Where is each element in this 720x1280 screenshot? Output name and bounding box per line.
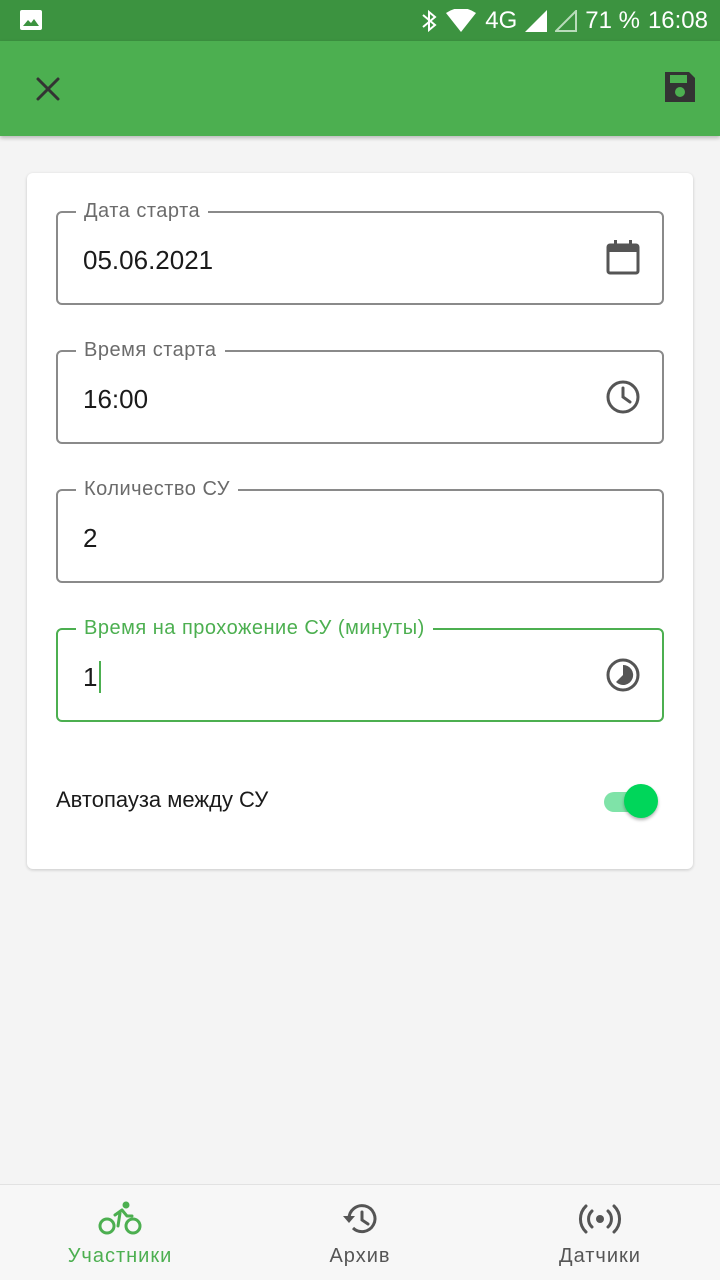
start-time-value: 16:00 [83, 384, 149, 414]
clock: 16:08 [647, 7, 708, 34]
su-count-field[interactable]: Количество СУ 2 [56, 477, 664, 583]
battery-level: 71 % [585, 7, 640, 34]
autopause-row: Автопауза между СУ [56, 773, 664, 827]
broadcast-icon [579, 1204, 621, 1234]
history-icon [343, 1204, 377, 1234]
su-count-label: Количество СУ [76, 477, 238, 501]
save-icon[interactable] [662, 69, 698, 105]
bluetooth-icon [422, 9, 437, 33]
autopause-toggle[interactable] [602, 783, 658, 818]
start-date-label: Дата старта [76, 199, 209, 223]
su-count-value: 2 [83, 523, 98, 553]
settings-card: Дата старта 05.06.2021 Время старта 16:0… [27, 173, 693, 869]
text-caret [99, 661, 102, 694]
app-bar [0, 41, 720, 136]
su-duration-label: Время на прохожение СУ (минуты) [76, 616, 433, 640]
start-time-label: Время старта [76, 338, 225, 362]
status-bar: 4G 71 % 16:08 [0, 0, 720, 41]
calendar-icon[interactable] [604, 239, 642, 277]
bike-icon [98, 1201, 142, 1235]
wifi-icon [446, 9, 477, 32]
timelapse-icon[interactable] [604, 656, 642, 694]
nav-label-archive: Архив [329, 1245, 391, 1267]
clock-icon[interactable] [604, 378, 642, 416]
start-date-value: 05.06.2021 [83, 245, 214, 275]
close-icon[interactable] [30, 71, 66, 107]
nav-item-archive[interactable]: Архив [240, 1185, 480, 1280]
network-type: 4G [485, 7, 518, 34]
toggle-thumb [624, 784, 658, 818]
autopause-label: Автопауза между СУ [56, 787, 269, 812]
nav-item-participants[interactable]: Участники [0, 1185, 240, 1280]
nav-label-participants: Участники [67, 1245, 173, 1267]
start-date-field[interactable]: Дата старта 05.06.2021 [56, 199, 664, 305]
su-duration-value: 1 [83, 662, 98, 692]
image-notification-icon [20, 10, 42, 30]
su-duration-field[interactable]: Время на прохожение СУ (минуты) 1 [56, 616, 664, 722]
su-duration-input[interactable]: 1 [83, 661, 102, 695]
start-time-field[interactable]: Время старта 16:00 [56, 338, 664, 444]
nav-label-sensors: Датчики [559, 1245, 641, 1267]
signal-empty-icon [555, 10, 578, 32]
nav-item-sensors[interactable]: Датчики [480, 1185, 720, 1280]
bottom-navigation: Участники Архив Датчики [0, 1184, 720, 1280]
signal-icon [525, 10, 548, 32]
